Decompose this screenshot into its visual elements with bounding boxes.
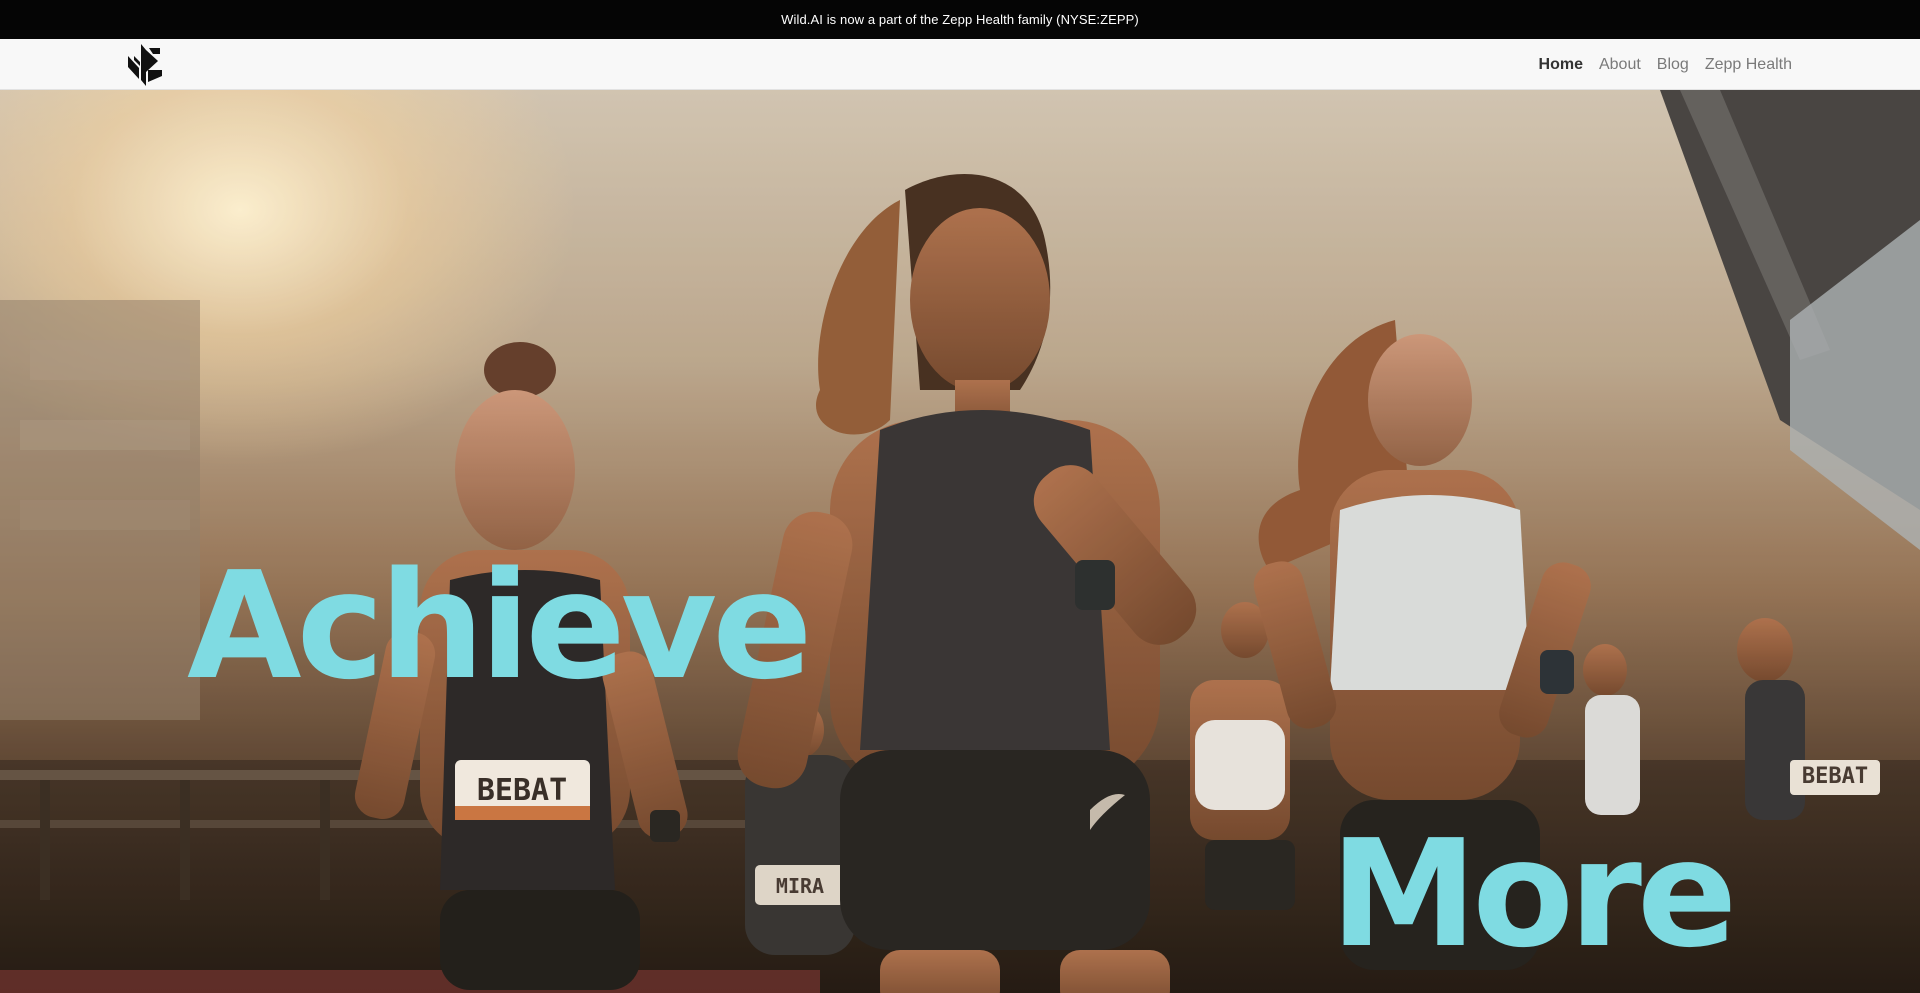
top-navigation: Home About Blog Zepp Health bbox=[0, 39, 1920, 90]
nav-link-zepp-health[interactable]: Zepp Health bbox=[1705, 56, 1792, 74]
nav-link-home[interactable]: Home bbox=[1539, 56, 1583, 74]
hero-heading-achieve: Achieve bbox=[187, 540, 813, 712]
nav-link-about[interactable]: About bbox=[1599, 56, 1641, 74]
wild-ai-logo-icon bbox=[128, 44, 162, 86]
home-logo-link[interactable] bbox=[124, 42, 166, 88]
announcement-text: Wild.AI is now a part of the Zepp Health… bbox=[781, 12, 1139, 27]
hero-heading-more: More bbox=[1330, 808, 1737, 980]
hero-section: BEBAT MIRA BEBAT Achieve More bbox=[0, 90, 1920, 993]
nav-link-blog[interactable]: Blog bbox=[1657, 56, 1689, 74]
announcement-bar: Wild.AI is now a part of the Zepp Health… bbox=[0, 0, 1920, 39]
nav-links: Home About Blog Zepp Health bbox=[1539, 39, 1792, 90]
